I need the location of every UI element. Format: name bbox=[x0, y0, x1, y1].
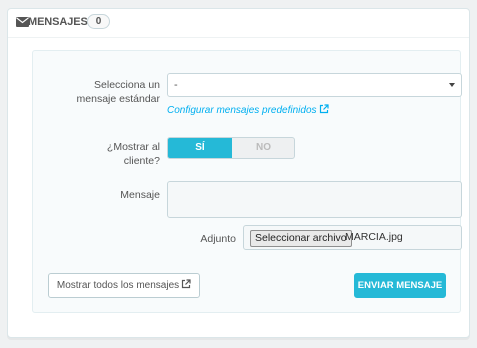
message-form: Selecciona un mensaje estándar - Configu… bbox=[32, 50, 462, 313]
panel-title: MENSAJES bbox=[28, 16, 88, 28]
show-all-messages-button[interactable]: Mostrar todos los mensajes bbox=[48, 273, 200, 298]
select-value: - bbox=[174, 79, 178, 91]
message-textarea[interactable] bbox=[167, 181, 462, 218]
configure-messages-link[interactable]: Configurar mensajes predefinidos bbox=[167, 104, 329, 116]
show-customer-toggle[interactable]: SÍ NO bbox=[167, 137, 295, 159]
external-link-icon bbox=[319, 104, 329, 114]
external-link-icon bbox=[182, 279, 191, 289]
select-label: Selecciona un mensaje estándar bbox=[76, 79, 160, 105]
toggle-yes-option[interactable]: SÍ bbox=[168, 138, 232, 158]
attachment-label: Adjunto bbox=[200, 233, 236, 245]
message-count-badge: 0 bbox=[87, 14, 110, 29]
message-label: Mensaje bbox=[120, 189, 160, 201]
chevron-down-icon bbox=[449, 83, 455, 87]
selected-file-name: MARCIA.jpg bbox=[345, 231, 403, 243]
choose-file-button[interactable]: Seleccionar archivo bbox=[250, 230, 352, 247]
attachment-file-input[interactable]: Seleccionar archivo MARCIA.jpg bbox=[243, 225, 462, 250]
show-customer-label: ¿Mostrar al cliente? bbox=[106, 141, 160, 167]
send-message-button[interactable]: ENVIAR MENSAJE bbox=[354, 273, 446, 298]
standard-message-select[interactable]: - bbox=[167, 73, 462, 97]
panel-heading: MENSAJES 0 bbox=[8, 9, 469, 38]
messages-panel: MENSAJES 0 Selecciona un mensaje estánda… bbox=[7, 8, 470, 338]
toggle-no-option[interactable]: NO bbox=[232, 138, 294, 158]
